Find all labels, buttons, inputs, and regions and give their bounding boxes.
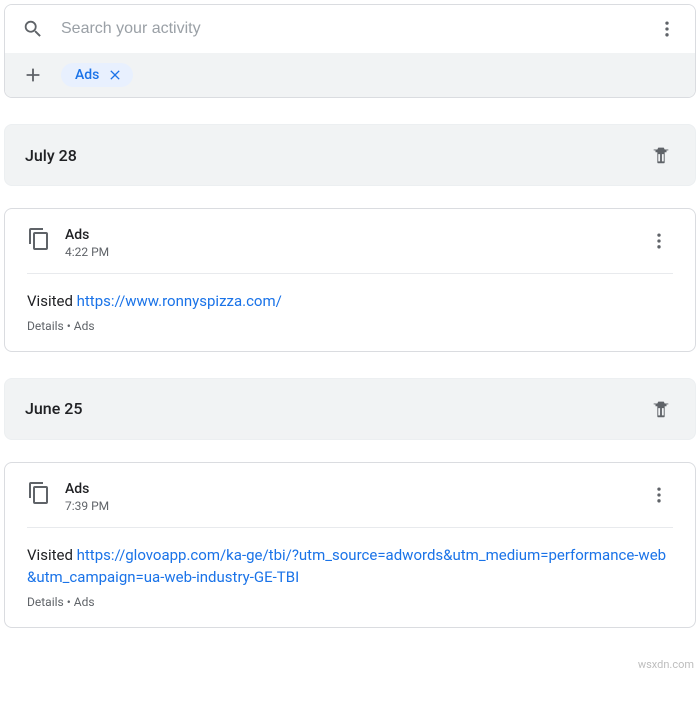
- search-row: [5, 5, 695, 53]
- add-filter-icon[interactable]: [19, 61, 47, 89]
- search-icon[interactable]: [19, 15, 47, 43]
- visited-prefix: Visited: [27, 292, 77, 310]
- service-time: 4:22 PM: [65, 245, 631, 259]
- service-info: Ads 4:22 PM: [65, 227, 631, 259]
- search-card: Ads: [4, 4, 696, 98]
- filter-chip-label: Ads: [75, 67, 99, 83]
- date-label: June 25: [25, 399, 82, 418]
- service-time: 7:39 PM: [65, 499, 631, 513]
- activity-header: Ads 4:22 PM: [27, 227, 673, 274]
- activity-meta: Details • Ads: [27, 595, 673, 609]
- filter-row: Ads: [5, 53, 695, 97]
- activity-card: Ads 7:39 PM Visited https://glovoapp.com…: [4, 462, 696, 628]
- more-icon[interactable]: [653, 15, 681, 43]
- category-link[interactable]: Ads: [74, 319, 95, 333]
- filter-chip-ads[interactable]: Ads: [61, 63, 133, 87]
- service-name: Ads: [65, 227, 631, 243]
- ads-service-icon: [27, 227, 51, 251]
- activity-more-icon[interactable]: [645, 481, 673, 509]
- activity-link[interactable]: https://www.ronnyspizza.com/: [77, 292, 282, 310]
- delete-day-button[interactable]: [647, 141, 675, 169]
- visited-prefix: Visited: [27, 546, 77, 564]
- date-header: July 28: [4, 124, 696, 186]
- delete-day-button[interactable]: [647, 395, 675, 423]
- watermark: wsxdn.com: [4, 654, 696, 671]
- activity-link[interactable]: https://glovoapp.com/ka-ge/tbi/?utm_sour…: [27, 546, 666, 587]
- details-link[interactable]: Details: [27, 319, 64, 333]
- date-label: July 28: [25, 146, 77, 165]
- activity-header: Ads 7:39 PM: [27, 481, 673, 528]
- activity-card: Ads 4:22 PM Visited https://www.ronnyspi…: [4, 208, 696, 352]
- activity-more-icon[interactable]: [645, 227, 673, 255]
- activity-text: Visited https://glovoapp.com/ka-ge/tbi/?…: [27, 544, 673, 589]
- category-link[interactable]: Ads: [74, 595, 95, 609]
- search-input[interactable]: [61, 20, 639, 38]
- remove-filter-icon[interactable]: [107, 67, 123, 83]
- activity-meta: Details • Ads: [27, 319, 673, 333]
- ads-service-icon: [27, 481, 51, 505]
- activity-text: Visited https://www.ronnyspizza.com/: [27, 290, 673, 313]
- service-info: Ads 7:39 PM: [65, 481, 631, 513]
- date-header: June 25: [4, 378, 696, 440]
- service-name: Ads: [65, 481, 631, 497]
- details-link[interactable]: Details: [27, 595, 64, 609]
